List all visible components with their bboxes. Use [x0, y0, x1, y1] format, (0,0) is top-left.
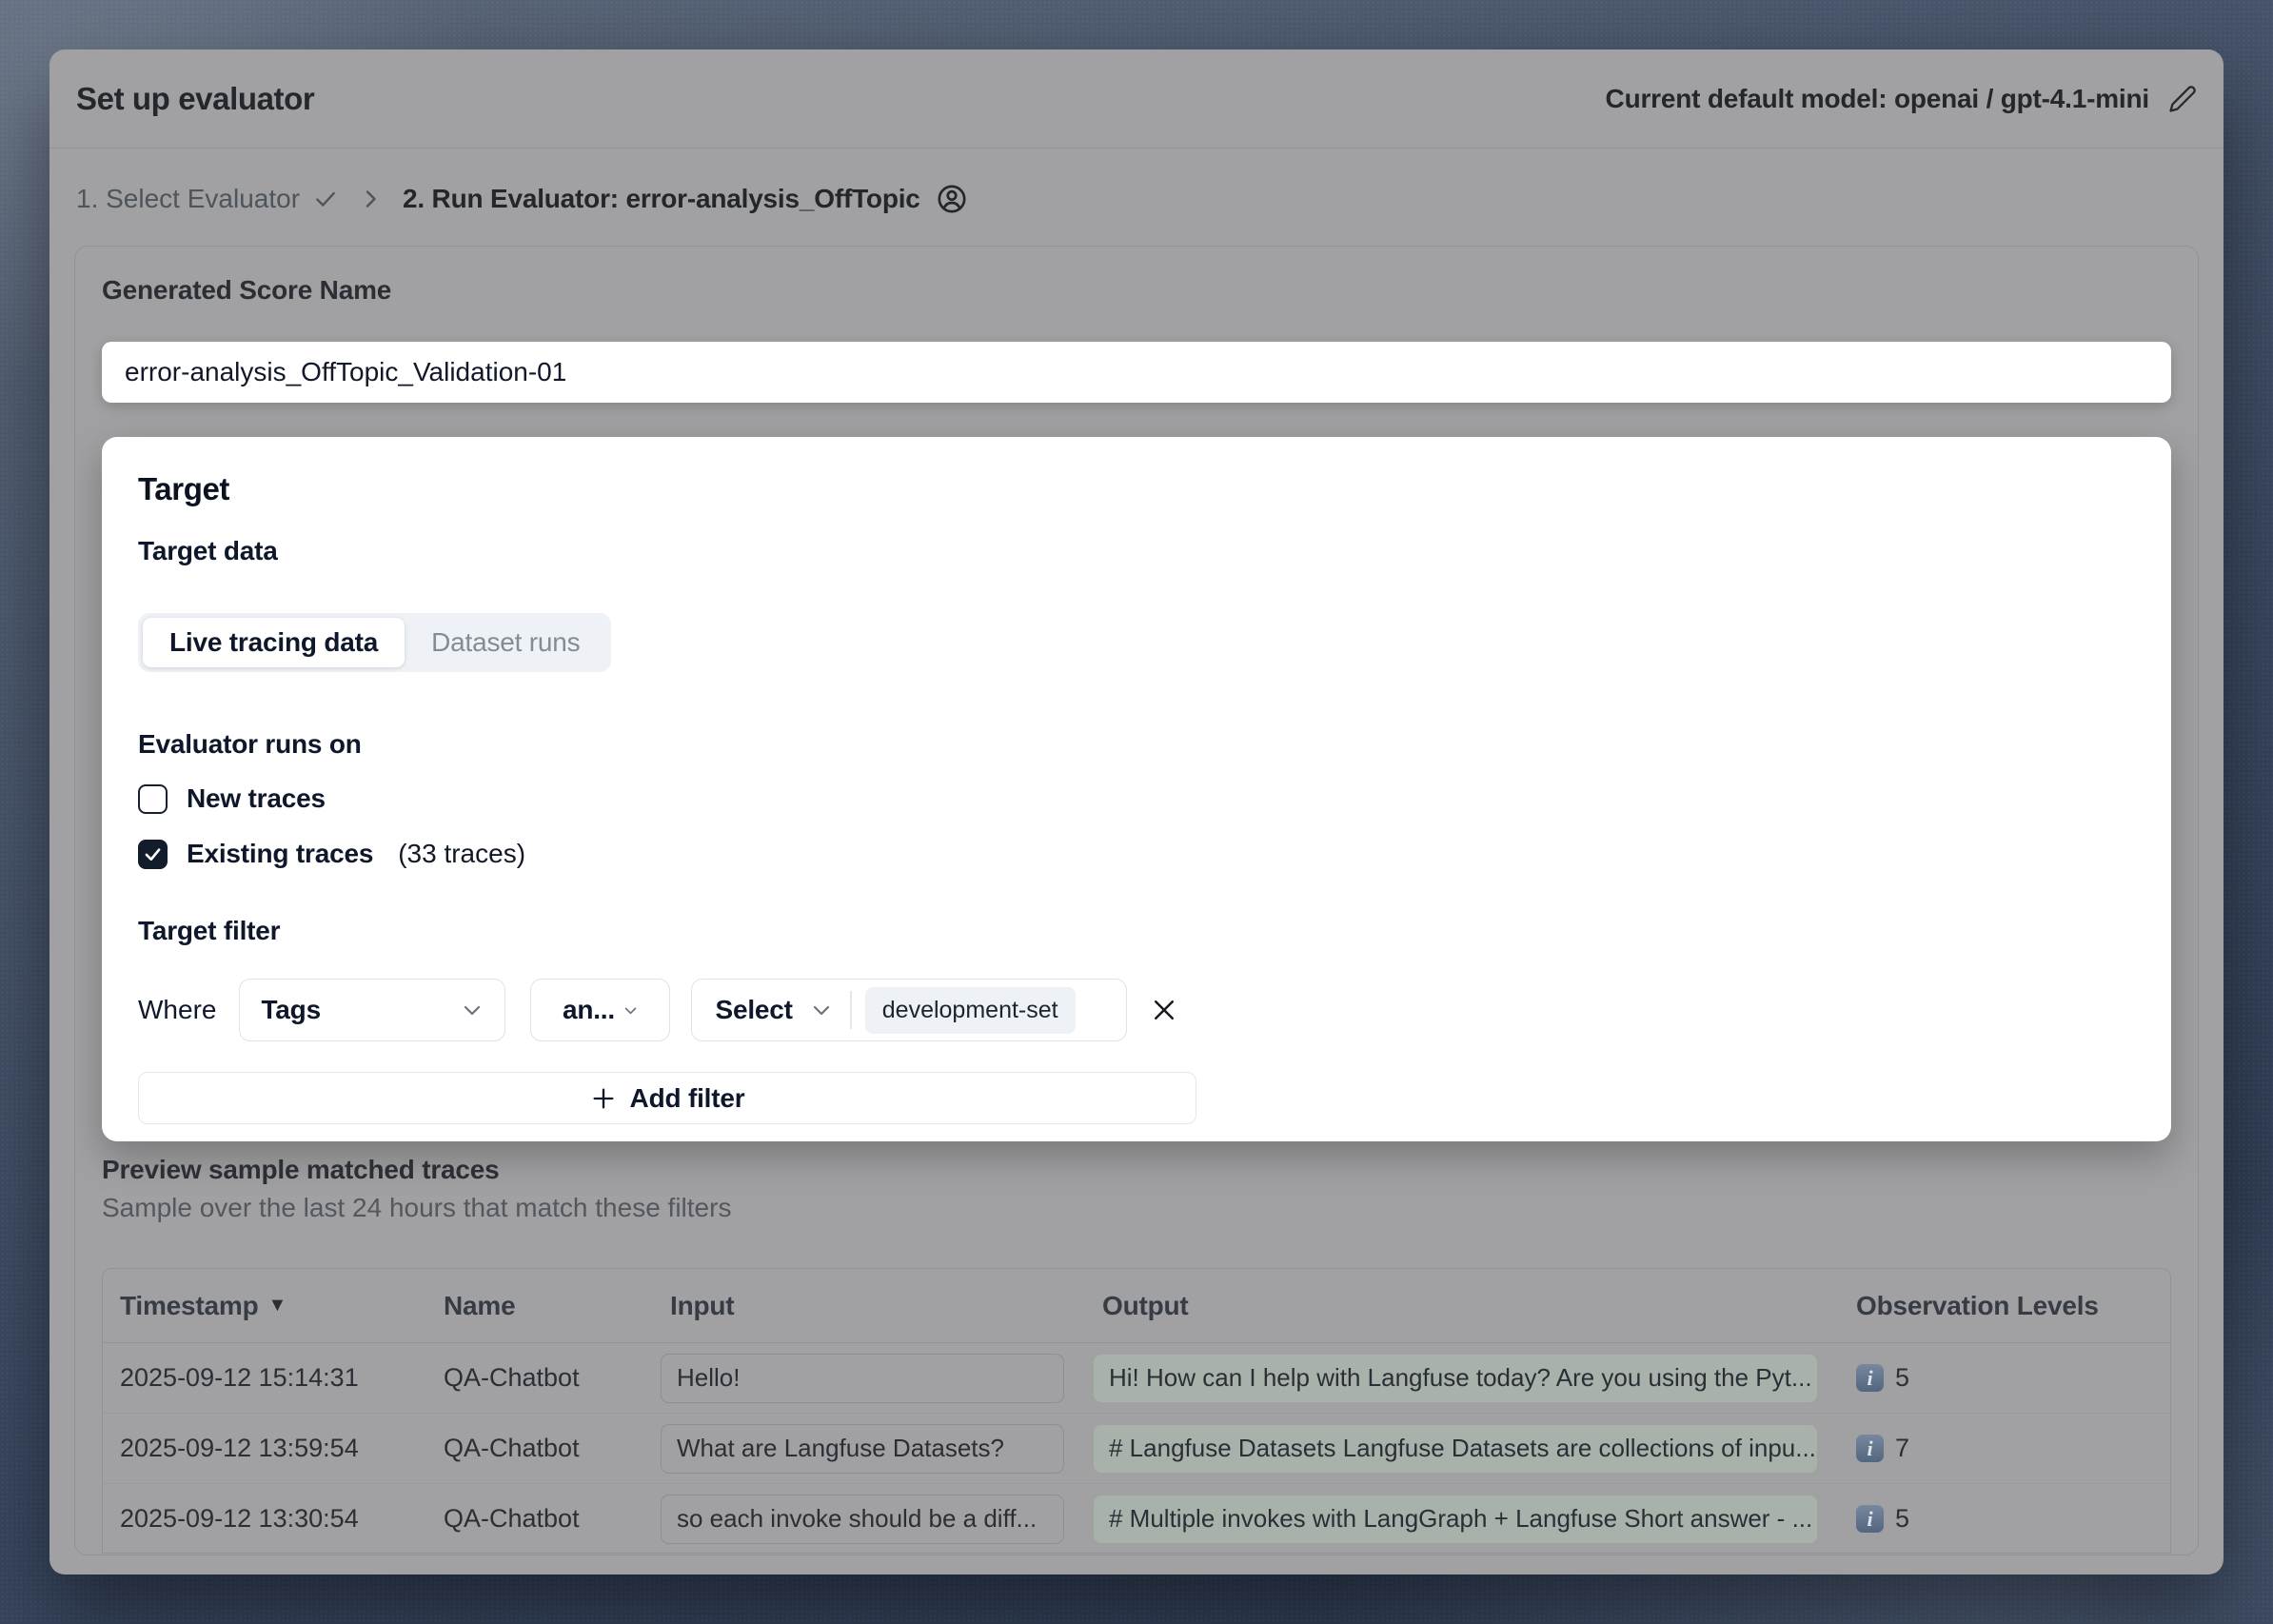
column-header-output: Output [1085, 1291, 1839, 1321]
input-preview-chip: so each invoke should be a diff... [661, 1495, 1064, 1544]
existing-traces-label: Existing traces [187, 839, 373, 869]
score-name-input[interactable] [102, 342, 2171, 403]
existing-traces-count: (33 traces) [398, 839, 525, 869]
column-header-name: Name [426, 1291, 653, 1321]
tab-live-tracing-data[interactable]: Live tracing data [143, 618, 405, 667]
chevron-down-icon [461, 999, 484, 1021]
filter-column-value: Tags [261, 995, 320, 1025]
breadcrumb-step-run-evaluator: 2. Run Evaluator: error-analysis_OffTopi… [403, 183, 968, 215]
target-filter-label: Target filter [138, 916, 2135, 946]
filter-operator-select[interactable]: an... [530, 979, 670, 1041]
output-preview-chip: # Multiple invokes with LangGraph + Lang… [1093, 1495, 1818, 1544]
cell-observation-levels: i 7 [1839, 1434, 2170, 1463]
target-heading: Target [138, 471, 2135, 507]
target-data-tabs: Live tracing data Dataset runs [138, 613, 611, 672]
column-header-input: Input [653, 1291, 1085, 1321]
tab-dataset-runs[interactable]: Dataset runs [405, 618, 606, 667]
checkmark-icon [143, 844, 163, 864]
breadcrumb-step-select-evaluator[interactable]: 1. Select Evaluator [76, 184, 338, 214]
target-section: Target Target data Live tracing data Dat… [102, 437, 2171, 1141]
breadcrumb: 1. Select Evaluator 2. Run Evaluator: er… [76, 179, 2197, 219]
info-icon: i [1856, 1364, 1884, 1392]
table-header-row: Timestamp ▼ Name Input Output Observatio… [103, 1269, 2170, 1343]
cell-name: QA-Chatbot [426, 1363, 653, 1393]
evaluator-runs-on-label: Evaluator runs on [138, 729, 2135, 760]
target-data-label: Target data [138, 536, 2135, 566]
info-icon: i [1856, 1435, 1884, 1462]
cell-observation-levels: i 5 [1839, 1363, 2170, 1393]
cell-timestamp: 2025-09-12 13:30:54 [103, 1504, 426, 1534]
existing-traces-checkbox[interactable]: Existing traces (33 traces) [138, 838, 2135, 870]
input-preview-chip: What are Langfuse Datasets? [661, 1424, 1064, 1474]
divider [850, 991, 852, 1029]
add-filter-button[interactable]: Add filter [138, 1072, 1196, 1124]
cell-observation-levels: i 5 [1839, 1504, 2170, 1534]
filter-operator-value: an... [563, 995, 615, 1025]
table-row: 2025-09-12 13:59:54 QA-Chatbot What are … [103, 1414, 2170, 1484]
cell-timestamp: 2025-09-12 13:59:54 [103, 1434, 426, 1463]
filter-value-select[interactable]: Select development-set [691, 979, 1127, 1041]
filter-value-placeholder: Select [715, 995, 792, 1025]
column-header-timestamp[interactable]: Timestamp ▼ [103, 1291, 426, 1321]
dialog-header: Set up evaluator Current default model: … [49, 50, 2224, 149]
breadcrumb-step-1-label: 1. Select Evaluator [76, 184, 300, 214]
edit-model-button[interactable] [2168, 85, 2197, 113]
new-traces-label: New traces [187, 783, 326, 814]
page-background: Set up evaluator Current default model: … [0, 0, 2273, 1624]
default-model-info: Current default model: openai / gpt-4.1-… [1606, 84, 2197, 114]
where-label: Where [138, 995, 216, 1025]
default-model-label: Current default model: openai / gpt-4.1-… [1606, 84, 2149, 114]
plus-icon [590, 1085, 617, 1112]
cell-name: QA-Chatbot [426, 1504, 653, 1534]
setup-evaluator-dialog: Set up evaluator Current default model: … [49, 50, 2224, 1574]
output-preview-chip: # Langfuse Datasets Langfuse Datasets ar… [1093, 1424, 1818, 1474]
check-icon [313, 187, 338, 211]
preview-table: Timestamp ▼ Name Input Output Observatio… [102, 1268, 2171, 1554]
dialog-title: Set up evaluator [76, 81, 314, 117]
chevron-down-icon [810, 999, 833, 1021]
close-icon [1150, 996, 1178, 1024]
cell-timestamp: 2025-09-12 15:14:31 [103, 1363, 426, 1393]
cell-name: QA-Chatbot [426, 1434, 653, 1463]
pencil-icon [2168, 85, 2197, 113]
breadcrumb-step-2-label: 2. Run Evaluator: error-analysis_OffTopi… [403, 184, 920, 214]
input-preview-chip: Hello! [661, 1354, 1064, 1403]
add-filter-label: Add filter [630, 1083, 745, 1114]
chevron-right-icon [359, 188, 382, 210]
filter-value-chip: development-set [865, 987, 1076, 1034]
info-icon: i [1856, 1505, 1884, 1533]
filter-row: Where Tags an... [138, 979, 2135, 1041]
table-row: 2025-09-12 15:14:31 QA-Chatbot Hello! Hi… [103, 1343, 2170, 1414]
output-preview-chip: Hi! How can I help with Langfuse today? … [1093, 1354, 1818, 1403]
table-row: 2025-09-12 13:30:54 QA-Chatbot so each i… [103, 1484, 2170, 1554]
checkbox-checked[interactable] [138, 840, 168, 869]
score-name-label: Generated Score Name [102, 275, 2171, 306]
column-header-observation-levels: Observation Levels [1839, 1291, 2170, 1321]
run-evaluator-form: Generated Score Name Target Target data … [74, 246, 2199, 1555]
chevron-down-icon [623, 1002, 639, 1019]
remove-filter-button[interactable] [1150, 996, 1178, 1024]
preview-subheading: Sample over the last 24 hours that match… [102, 1193, 2171, 1223]
preview-heading: Preview sample matched traces [102, 1155, 2171, 1185]
new-traces-checkbox[interactable]: New traces [138, 782, 2135, 815]
filter-column-select[interactable]: Tags [239, 979, 505, 1041]
sort-desc-icon[interactable]: ▼ [268, 1295, 287, 1317]
checkbox-unchecked[interactable] [138, 784, 168, 814]
user-circle-icon [936, 183, 968, 215]
